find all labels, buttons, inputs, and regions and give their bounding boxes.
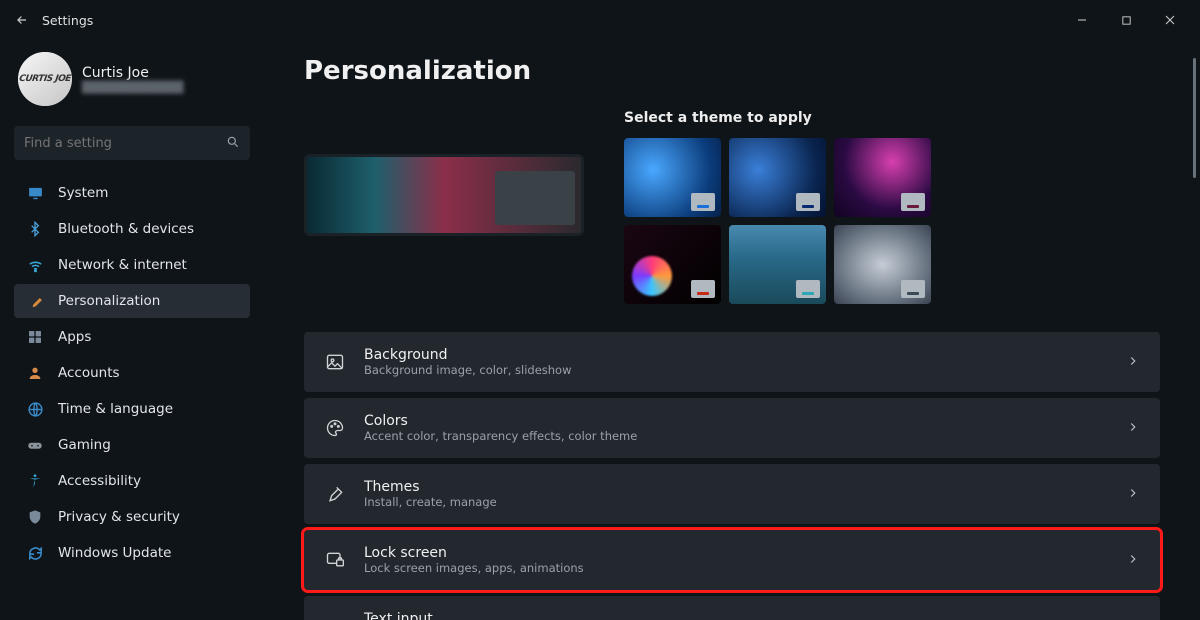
bluetooth-icon: [26, 220, 44, 238]
maximize-button[interactable]: [1104, 4, 1148, 36]
row-themes[interactable]: ThemesInstall, create, manage: [304, 464, 1160, 524]
scrollbar[interactable]: [1188, 44, 1196, 614]
sidebar-item-label: Windows Update: [58, 545, 171, 561]
row-title: Colors: [364, 413, 637, 429]
row-title: Themes: [364, 479, 497, 495]
row-lockscreen[interactable]: Lock screenLock screen images, apps, ani…: [304, 530, 1160, 590]
row-textinput[interactable]: Text inputTouch keyboard, voice typing, …: [304, 596, 1160, 620]
paintbrush-icon: [26, 292, 44, 310]
theme-tile-5[interactable]: [729, 225, 826, 304]
row-title: Background: [364, 347, 572, 363]
sidebar-item-apps[interactable]: Apps: [14, 320, 250, 354]
person-icon: [26, 364, 44, 382]
themes-label: Select a theme to apply: [624, 110, 1160, 126]
refresh-icon: [26, 544, 44, 562]
chevron-right-icon: [1126, 485, 1140, 504]
sidebar-item-label: Bluetooth & devices: [58, 221, 194, 237]
sidebar-item-accounts[interactable]: Accounts: [14, 356, 250, 390]
minimize-button[interactable]: [1060, 4, 1104, 36]
search-box[interactable]: [14, 126, 250, 160]
nav-list: System Bluetooth & devices Network & int…: [14, 176, 250, 570]
search-icon: [226, 134, 240, 153]
row-title: Text input: [364, 611, 752, 620]
row-title: Lock screen: [364, 545, 584, 561]
theme-tile-6[interactable]: [834, 225, 931, 304]
scrollbar-thumb[interactable]: [1193, 58, 1196, 178]
user-name: Curtis Joe: [82, 65, 184, 81]
accessibility-icon: [26, 472, 44, 490]
sidebar-item-label: Accounts: [58, 365, 120, 381]
profile-block[interactable]: CURTIS JOE Curtis Joe ████████████: [14, 48, 250, 116]
shield-icon: [26, 508, 44, 526]
globe-icon: [26, 400, 44, 418]
grid-icon: [26, 328, 44, 346]
sidebar-item-accessibility[interactable]: Accessibility: [14, 464, 250, 498]
search-input[interactable]: [24, 136, 226, 151]
chevron-right-icon: [1126, 617, 1140, 620]
sidebar-item-label: System: [58, 185, 108, 201]
sidebar: CURTIS JOE Curtis Joe ████████████ Syste…: [0, 40, 260, 620]
sidebar-item-network[interactable]: Network & internet: [14, 248, 250, 282]
palette-icon: [324, 417, 346, 439]
titlebar: Settings: [0, 0, 1200, 40]
sidebar-item-label: Accessibility: [58, 473, 141, 489]
chevron-right-icon: [1126, 551, 1140, 570]
sidebar-item-gaming[interactable]: Gaming: [14, 428, 250, 462]
avatar: CURTIS JOE: [18, 52, 72, 106]
image-icon: [324, 351, 346, 373]
row-background[interactable]: BackgroundBackground image, color, slide…: [304, 332, 1160, 392]
row-desc: Install, create, manage: [364, 495, 497, 509]
theme-tile-1[interactable]: [624, 138, 721, 217]
chevron-right-icon: [1126, 353, 1140, 372]
user-email: ████████████: [82, 81, 184, 94]
row-desc: Accent color, transparency effects, colo…: [364, 429, 637, 443]
monitor-icon: [26, 184, 44, 202]
window-controls: [1060, 4, 1192, 36]
sidebar-item-label: Personalization: [58, 293, 160, 309]
sidebar-item-label: Network & internet: [58, 257, 187, 273]
sidebar-item-personalization[interactable]: Personalization: [14, 284, 250, 318]
sidebar-item-time[interactable]: Time & language: [14, 392, 250, 426]
sidebar-item-label: Apps: [58, 329, 91, 345]
sidebar-item-update[interactable]: Windows Update: [14, 536, 250, 570]
theme-tile-3[interactable]: [834, 138, 931, 217]
hero-section: Select a theme to apply: [304, 110, 1160, 304]
theme-tile-4[interactable]: [624, 225, 721, 304]
sidebar-item-bluetooth[interactable]: Bluetooth & devices: [14, 212, 250, 246]
wifi-icon: [26, 256, 44, 274]
sidebar-item-label: Time & language: [58, 401, 173, 417]
keyboard-icon: [324, 615, 346, 620]
row-desc: Lock screen images, apps, animations: [364, 561, 584, 575]
back-button[interactable]: [8, 6, 36, 34]
chevron-right-icon: [1126, 419, 1140, 438]
row-desc: Background image, color, slideshow: [364, 363, 572, 377]
window-title: Settings: [42, 13, 93, 28]
sidebar-item-system[interactable]: System: [14, 176, 250, 210]
theme-tile-2[interactable]: [729, 138, 826, 217]
sidebar-item-privacy[interactable]: Privacy & security: [14, 500, 250, 534]
lockscreen-icon: [324, 549, 346, 571]
sidebar-item-label: Gaming: [58, 437, 111, 453]
brush-icon: [324, 483, 346, 505]
page-title: Personalization: [304, 56, 1160, 86]
close-button[interactable]: [1148, 4, 1192, 36]
desktop-preview[interactable]: [304, 154, 584, 236]
themes-grid: [624, 138, 1160, 304]
sidebar-item-label: Privacy & security: [58, 509, 180, 525]
settings-rows: BackgroundBackground image, color, slide…: [304, 332, 1160, 620]
row-colors[interactable]: ColorsAccent color, transparency effects…: [304, 398, 1160, 458]
content-area: Personalization Select a theme to apply …: [260, 40, 1200, 620]
gamepad-icon: [26, 436, 44, 454]
